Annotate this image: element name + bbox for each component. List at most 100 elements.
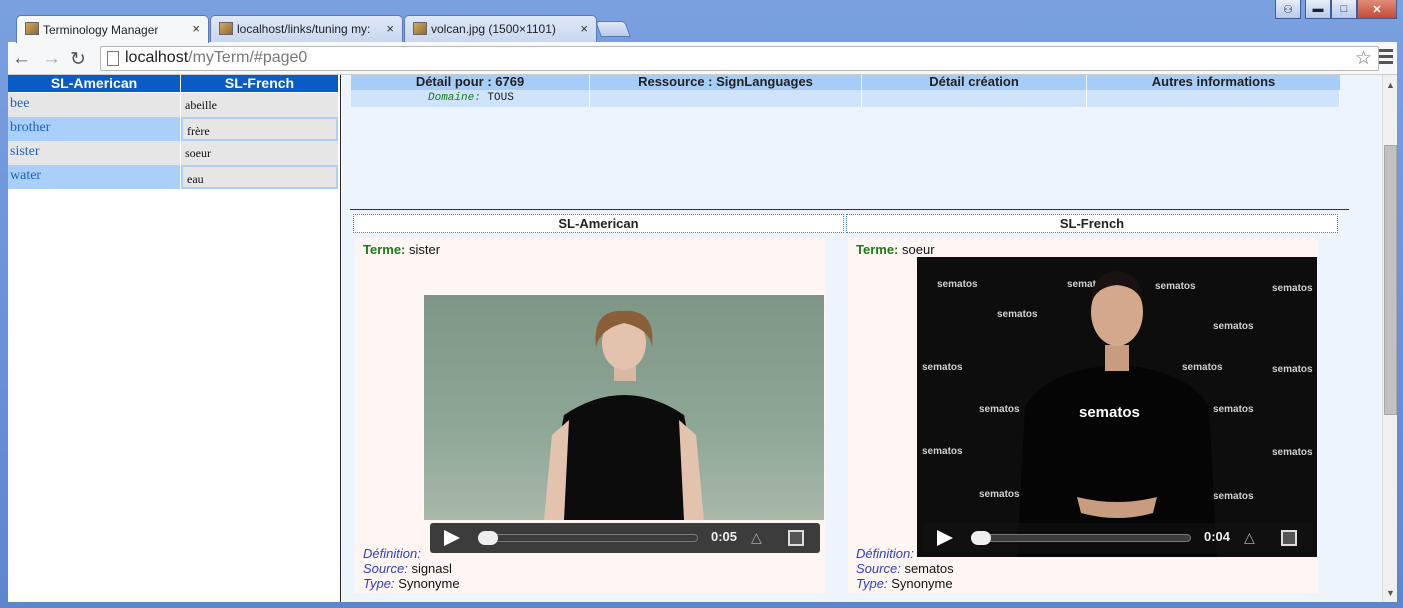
close-tab-icon[interactable]: × bbox=[580, 21, 588, 36]
creation-header: Détail création bbox=[862, 75, 1086, 90]
watermark-text: sematos bbox=[937, 279, 978, 290]
watermark-text: sematos bbox=[1182, 362, 1223, 373]
type-value: Synonyme bbox=[891, 576, 953, 591]
watermark-text: sematos bbox=[1155, 281, 1196, 292]
term-link[interactable]: water bbox=[8, 165, 180, 189]
watermark-text: sematos bbox=[1213, 321, 1254, 332]
video-time: 0:04 bbox=[1204, 529, 1231, 544]
table-row[interactable]: water eau bbox=[8, 165, 338, 189]
translation-cell: soeur bbox=[181, 141, 338, 165]
minimize-button[interactable]: ▬ bbox=[1305, 0, 1331, 19]
reload-icon[interactable]: ↻ bbox=[70, 48, 86, 71]
type-label: Type: bbox=[363, 576, 395, 591]
term-value: sister bbox=[409, 242, 441, 257]
close-tab-icon[interactable]: × bbox=[192, 21, 200, 36]
term-field: Terme: sister bbox=[363, 242, 440, 257]
translation-cell: frère bbox=[181, 117, 338, 141]
seek-bar[interactable] bbox=[973, 534, 1191, 542]
watermark-text: sematos bbox=[1272, 447, 1313, 458]
term-link[interactable]: sister bbox=[8, 141, 180, 165]
menu-icon[interactable] bbox=[1379, 49, 1393, 67]
scroll-up-icon[interactable]: ▲ bbox=[1386, 80, 1395, 90]
term-link[interactable]: bee bbox=[8, 93, 180, 117]
bookmark-star-icon[interactable]: ☆ bbox=[1355, 47, 1372, 70]
table-row[interactable]: brother frère bbox=[8, 117, 338, 141]
watermark-text: sematos bbox=[1272, 283, 1313, 294]
type-label: Type: bbox=[856, 576, 888, 591]
watermark-text: sematos bbox=[1213, 404, 1254, 415]
seek-knob[interactable] bbox=[971, 531, 991, 545]
close-tab-icon[interactable]: × bbox=[386, 21, 394, 36]
scrollbar-thumb[interactable] bbox=[1384, 145, 1397, 415]
mute-icon[interactable]: △ bbox=[1244, 529, 1262, 547]
source-label: Source: bbox=[856, 561, 901, 576]
tab-title: volcan.jpg (1500×1101) bbox=[431, 22, 556, 36]
user-icon[interactable]: ⚇ bbox=[1275, 0, 1301, 19]
seek-bar[interactable] bbox=[480, 534, 698, 542]
term-link[interactable]: brother bbox=[8, 117, 180, 141]
source-value: sematos bbox=[904, 561, 954, 576]
mute-icon[interactable]: △ bbox=[751, 529, 769, 547]
page-viewport: SL-American SL-French bee abeille brothe… bbox=[8, 75, 1397, 602]
page-favicon-icon bbox=[25, 22, 39, 35]
resource-header: Ressource : SignLanguages bbox=[590, 75, 861, 90]
column-header-sl-american[interactable]: SL-American bbox=[8, 75, 180, 92]
back-icon[interactable]: ← bbox=[12, 48, 31, 70]
watermark-text: sematos bbox=[1213, 491, 1254, 502]
fullscreen-icon[interactable] bbox=[788, 530, 804, 546]
maximize-button[interactable]: □ bbox=[1331, 0, 1357, 19]
table-row[interactable]: bee abeille bbox=[8, 93, 338, 117]
term-field: Terme: soeur bbox=[856, 242, 935, 257]
forward-icon[interactable]: → bbox=[42, 48, 61, 70]
other-info-header: Autres informations bbox=[1087, 75, 1340, 90]
source-label: Source: bbox=[363, 561, 408, 576]
tab-title: localhost/links/tuning my: bbox=[237, 22, 371, 36]
scroll-down-icon[interactable]: ▼ bbox=[1386, 588, 1395, 598]
shirt-logo: sematos bbox=[1079, 404, 1140, 421]
definition-label: Définition: bbox=[363, 546, 421, 561]
new-tab-button[interactable] bbox=[595, 21, 631, 37]
sign-video-american[interactable] bbox=[424, 295, 824, 520]
page-favicon-icon bbox=[413, 22, 427, 35]
tab-title: Terminology Manager bbox=[43, 22, 159, 37]
page-favicon-icon bbox=[219, 22, 233, 35]
seek-knob[interactable] bbox=[478, 531, 498, 545]
source-field: Source: signasl bbox=[363, 561, 452, 576]
video-controls: 0:04 △ bbox=[923, 523, 1313, 553]
video-controls: 0:05 △ bbox=[430, 523, 820, 553]
translation-cell: eau bbox=[181, 165, 338, 189]
browser-toolbar: ← → ↻ localhost/myTerm/#page0 ☆ bbox=[8, 42, 1397, 75]
video-time: 0:05 bbox=[711, 529, 738, 544]
column-header-sl-french[interactable]: SL-French bbox=[181, 75, 338, 92]
source-value: signasl bbox=[411, 561, 452, 576]
browser-window: Terminology Manager × localhost/links/tu… bbox=[0, 0, 1403, 608]
definition-label: Définition: bbox=[856, 546, 914, 561]
watermark-text: sematos bbox=[922, 446, 963, 457]
term-card-american: Terme: sister 0:05 △ Définition: Source:… bbox=[355, 238, 825, 593]
fullscreen-icon[interactable] bbox=[1281, 530, 1297, 546]
address-bar[interactable]: localhost/myTerm/#page0 ☆ bbox=[100, 46, 1379, 71]
definition-field: Définition: bbox=[363, 546, 421, 561]
watermark-text: sematos bbox=[922, 362, 963, 373]
divider bbox=[350, 209, 1349, 210]
domain-value: TOUS bbox=[487, 92, 514, 104]
play-icon[interactable] bbox=[444, 530, 460, 546]
term-label: Terme: bbox=[856, 242, 899, 257]
domain-label: Domaine: bbox=[428, 92, 481, 104]
play-icon[interactable] bbox=[937, 530, 953, 546]
type-value: Synonyme bbox=[398, 576, 460, 591]
tab-volcan-jpg[interactable]: volcan.jpg (1500×1101) × bbox=[404, 15, 597, 42]
tab-localhost-links[interactable]: localhost/links/tuning my: × bbox=[210, 15, 403, 42]
term-value: soeur bbox=[902, 242, 935, 257]
video-frame-image: sematos sematos sematos sematos sematos sema… bbox=[922, 271, 1313, 557]
sign-video-french[interactable]: sematos sematos sematos sematos sematos sema… bbox=[917, 257, 1317, 557]
vertical-scrollbar[interactable]: ▲ ▼ bbox=[1382, 75, 1397, 602]
table-row[interactable]: sister soeur bbox=[8, 141, 338, 165]
page-icon bbox=[107, 51, 119, 66]
domain-field: Domaine: TOUS bbox=[428, 92, 514, 104]
close-window-button[interactable]: ✕ bbox=[1357, 0, 1397, 19]
tab-terminology-manager[interactable]: Terminology Manager × bbox=[16, 15, 209, 43]
watermark-text: sematos bbox=[997, 309, 1038, 320]
term-label: Terme: bbox=[363, 242, 406, 257]
term-list-panel: SL-American SL-French bee abeille brothe… bbox=[8, 75, 341, 602]
